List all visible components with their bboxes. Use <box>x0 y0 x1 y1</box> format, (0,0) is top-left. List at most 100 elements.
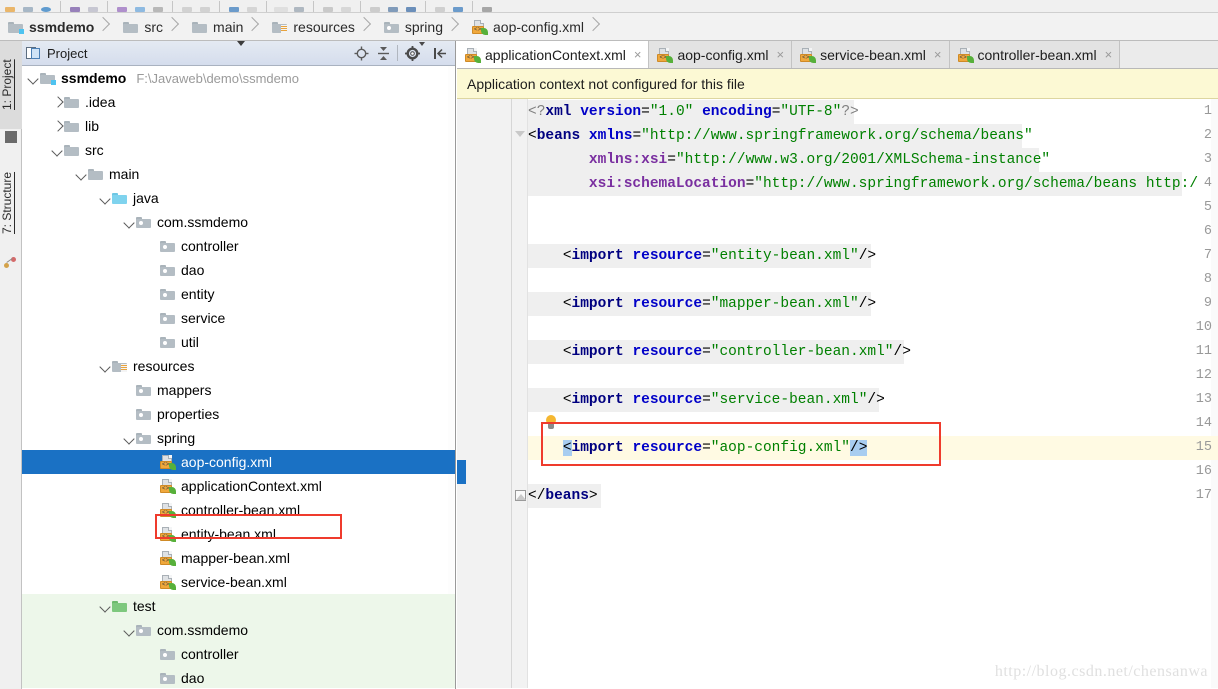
breadcrumb-separator-icon <box>167 13 178 41</box>
editor-tab-service-bean-xml[interactable]: <> service-bean.xml × <box>792 41 950 68</box>
code-line[interactable]: xsi:schemaLocation="http://www.springfra… <box>528 172 1198 196</box>
expand-closed-icon[interactable] <box>50 114 64 138</box>
debug-icon[interactable] <box>291 0 307 12</box>
profile-icon[interactable] <box>338 0 354 12</box>
close-tab-icon[interactable]: × <box>634 47 642 62</box>
tree-item[interactable]: <> mapper-bean.xml <box>22 546 455 570</box>
expand-open-icon[interactable] <box>26 66 40 90</box>
breadcrumb-item-main[interactable]: main <box>184 13 264 41</box>
tree-item[interactable]: spring <box>22 426 455 450</box>
tree-item[interactable]: entity <box>22 282 455 306</box>
tree-item[interactable]: lib <box>22 114 455 138</box>
settings-chevron-down-icon[interactable] <box>419 41 425 61</box>
expand-open-icon[interactable] <box>98 594 112 618</box>
vcs-commit-icon[interactable] <box>450 0 466 12</box>
open-project-icon[interactable] <box>2 0 18 12</box>
project-tree[interactable]: ssmdemo F:\Javaweb\demo\ssmdemo .idea lib sr… <box>22 66 455 688</box>
expand-open-icon[interactable] <box>50 138 64 162</box>
run-icon[interactable] <box>244 0 260 12</box>
code-folding-column[interactable] <box>512 99 528 688</box>
code-line[interactable]: <import resource="service-bean.xml"/> <box>528 388 885 412</box>
tree-item[interactable]: main <box>22 162 455 186</box>
tree-item[interactable]: resources <box>22 354 455 378</box>
tree-item[interactable]: dao <box>22 666 455 688</box>
tree-item[interactable]: .idea <box>22 90 455 114</box>
expand-open-icon[interactable] <box>122 426 136 450</box>
breadcrumb-item-src[interactable]: src <box>115 13 184 41</box>
fold-collapse-icon[interactable] <box>515 130 526 141</box>
code-line[interactable]: <import resource="entity-bean.xml"/> <box>528 244 876 268</box>
project-view-chevron-down-icon[interactable] <box>237 40 246 61</box>
editor-tab-controller-bean-xml[interactable]: <> controller-bean.xml × <box>949 41 1121 68</box>
coverage-icon[interactable] <box>320 0 336 12</box>
paste-icon[interactable] <box>150 0 166 12</box>
redo-icon[interactable] <box>85 0 101 12</box>
expand-open-icon[interactable] <box>122 210 136 234</box>
tree-item[interactable]: dao <box>22 258 455 282</box>
undo-icon[interactable] <box>67 0 83 12</box>
line-number-gutter[interactable] <box>457 99 512 688</box>
hide-panel-icon[interactable] <box>429 43 451 63</box>
search-everywhere-icon[interactable] <box>367 0 383 12</box>
tree-item[interactable]: java <box>22 186 455 210</box>
expand-open-icon[interactable] <box>122 618 136 642</box>
tree-item[interactable]: ssmdemo F:\Javaweb\demo\ssmdemo <box>22 66 455 90</box>
settings-icon[interactable] <box>385 0 401 12</box>
locate-in-tree-icon[interactable] <box>350 43 372 63</box>
breadcrumb-item-spring[interactable]: spring <box>376 13 464 41</box>
tree-item[interactable]: <> controller-bean.xml <box>22 498 455 522</box>
code-line[interactable]: <beans xmlns="http://www.springframework… <box>528 124 1033 148</box>
run-config-selector[interactable] <box>273 0 289 12</box>
tool-tab-structure[interactable]: 7: Structure <box>0 153 22 253</box>
expand-closed-icon[interactable] <box>50 90 64 114</box>
help-icon[interactable] <box>479 0 495 12</box>
back-icon[interactable] <box>179 0 195 12</box>
code-line[interactable]: xmlns:xsi="http://www.w3.org/2001/XMLSch… <box>528 148 1050 172</box>
editor-tab-aop-config-xml[interactable]: <> aop-config.xml × <box>649 41 793 68</box>
lightbulb-icon[interactable] <box>545 415 557 430</box>
tree-item[interactable]: service <box>22 306 455 330</box>
tree-item[interactable]: test <box>22 594 455 618</box>
code-line[interactable]: <import resource="aop-config.xml"/> <box>528 436 868 460</box>
tree-item[interactable]: <> entity-bean.xml <box>22 522 455 546</box>
code-editor[interactable]: 1 <?xml version="1.0" encoding="UTF-8"?> 2… <box>457 99 1218 688</box>
tool-tab-project[interactable]: 1: Project <box>0 41 22 129</box>
breadcrumb-item-resources[interactable]: resources <box>264 13 375 41</box>
cut-icon[interactable] <box>114 0 130 12</box>
tree-item[interactable]: com.ssmdemo <box>22 210 455 234</box>
tree-item[interactable]: mappers <box>22 378 455 402</box>
editor-tab-applicationcontext-xml[interactable]: <> applicationContext.xml × <box>457 41 650 68</box>
build-icon[interactable] <box>226 0 242 12</box>
forward-icon[interactable] <box>197 0 213 12</box>
code-line[interactable]: <import resource="mapper-bean.xml"/> <box>528 292 876 316</box>
editor-scrollbar[interactable] <box>1211 99 1218 688</box>
expand-open-icon[interactable] <box>98 186 112 210</box>
collapse-all-icon[interactable] <box>372 43 394 63</box>
breadcrumb-item-ssmdemo[interactable]: ssmdemo <box>0 13 115 41</box>
tree-item[interactable]: controller <box>22 234 455 258</box>
close-tab-icon[interactable]: × <box>777 47 785 62</box>
tree-item[interactable]: util <box>22 330 455 354</box>
breadcrumb-item-aop-config-xml[interactable]: <> aop-config.xml <box>464 13 605 41</box>
code-line[interactable]: <import resource="controller-bean.xml"/> <box>528 340 911 364</box>
structure-toolbar-icon[interactable] <box>403 0 419 12</box>
tree-item[interactable]: src <box>22 138 455 162</box>
code-line[interactable]: </beans> <box>528 484 598 508</box>
code-line[interactable]: <?xml version="1.0" encoding="UTF-8"?> <box>528 100 859 124</box>
tree-item[interactable]: com.ssmdemo <box>22 618 455 642</box>
copy-icon[interactable] <box>132 0 148 12</box>
save-all-icon[interactable] <box>20 0 36 12</box>
tree-item-selected[interactable]: <> aop-config.xml <box>22 450 455 474</box>
close-tab-icon[interactable]: × <box>1105 47 1113 62</box>
expand-open-icon[interactable] <box>98 354 112 378</box>
expand-open-icon[interactable] <box>74 162 88 186</box>
tree-item[interactable]: properties <box>22 402 455 426</box>
close-tab-icon[interactable]: × <box>934 47 942 62</box>
vcs-update-icon[interactable] <box>432 0 448 12</box>
watermark-text: http://blog.csdn.net/chensanwa <box>994 663 1208 680</box>
sync-icon[interactable] <box>38 0 54 12</box>
tree-item[interactable]: <> service-bean.xml <box>22 570 455 594</box>
fold-collapse-end-icon[interactable] <box>515 490 526 501</box>
tree-item[interactable]: controller <box>22 642 455 666</box>
tree-item[interactable]: <> applicationContext.xml <box>22 474 455 498</box>
